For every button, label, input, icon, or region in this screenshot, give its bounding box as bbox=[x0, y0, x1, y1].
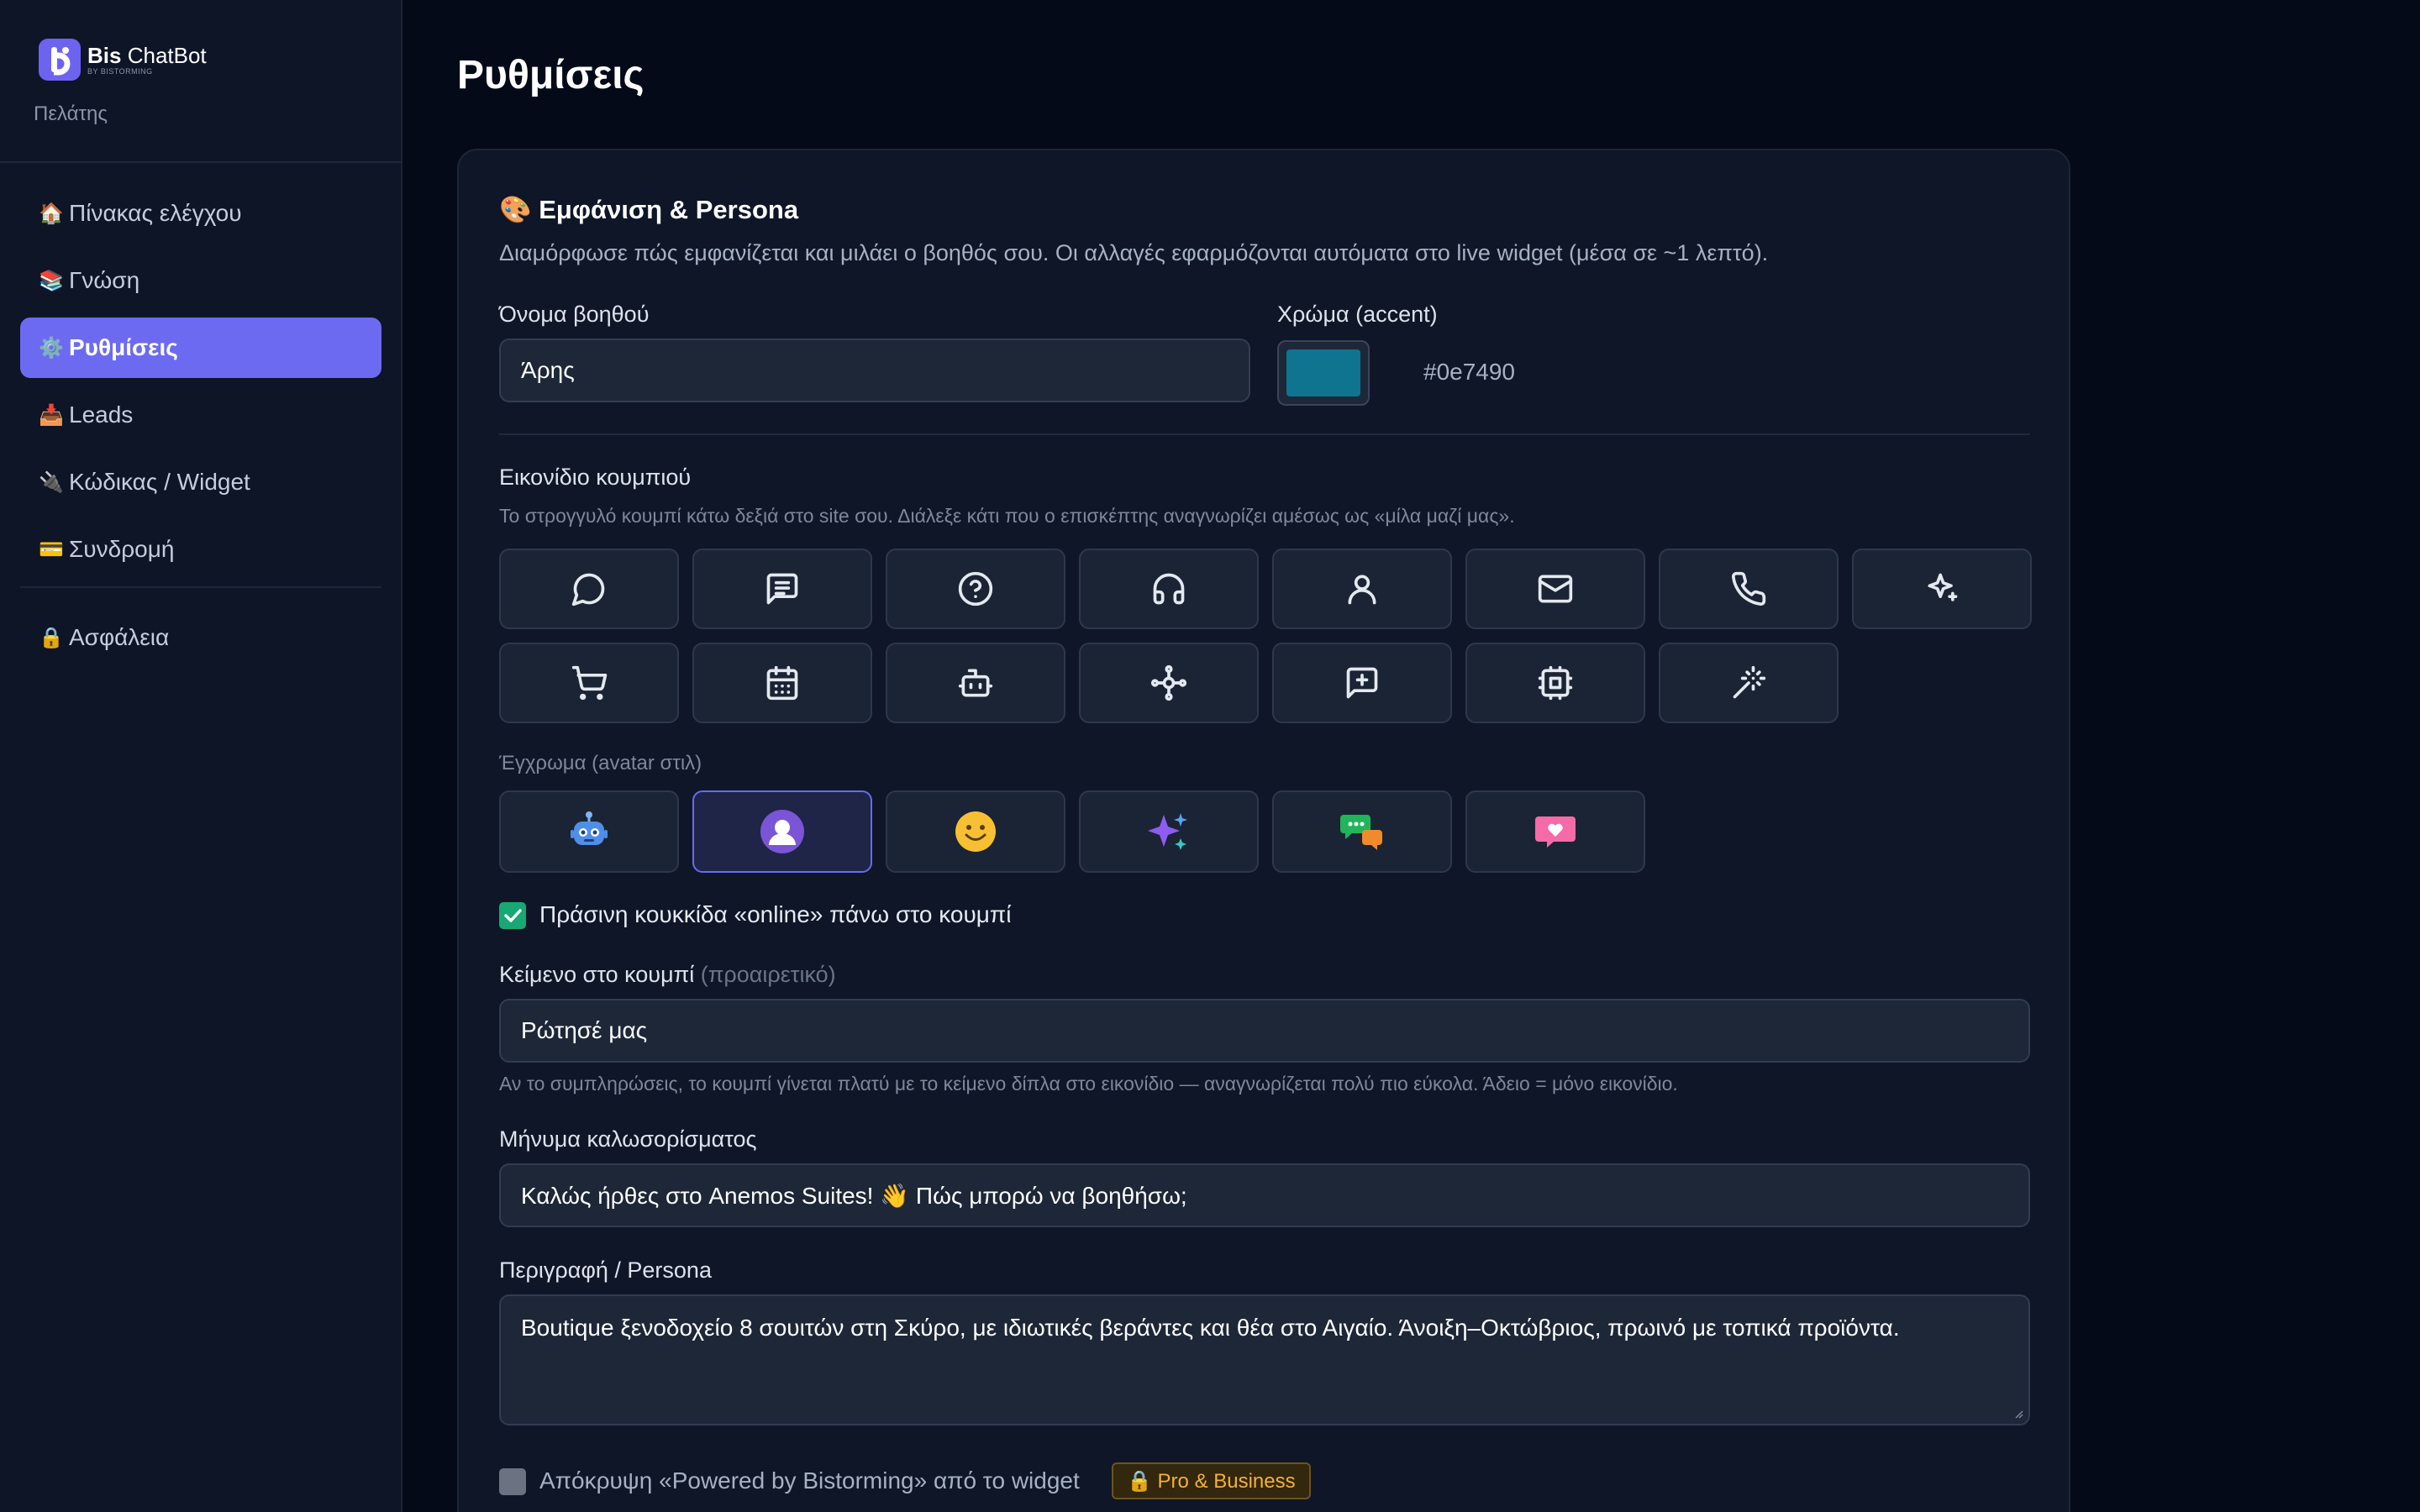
sidebar-item-label: Ρυθμίσεις bbox=[69, 334, 178, 360]
button-text-input[interactable]: Ρώτησέ μας bbox=[499, 999, 2030, 1063]
hide-powered-by-label: Απόκρυψη «Powered by Bistorming» από το … bbox=[539, 1467, 1080, 1494]
sidebar-divider bbox=[0, 161, 402, 163]
brand-logo[interactable]: Bis ChatBot BY BISTORMING bbox=[39, 39, 207, 81]
accent-color-picker[interactable] bbox=[1277, 340, 1370, 406]
sidebar-divider bbox=[20, 586, 381, 588]
sidebar-item-subscription[interactable]: 💳 Συνδρομή bbox=[20, 519, 381, 580]
sidebar-item-dashboard[interactable]: 🏠 Πίνακας ελέγχου bbox=[20, 183, 381, 244]
section-divider bbox=[499, 433, 2030, 435]
sidebar-item-label: Γνώση bbox=[69, 267, 140, 293]
persona-textarea[interactable]: Boutique ξενοδοχείο 8 σουιτών στη Σκύρο,… bbox=[499, 1294, 2030, 1425]
button-icon-label: Εικονίδιο κουμπιού bbox=[499, 465, 692, 490]
button-text-hint: Αν το συμπληρώσεις, το κουμπί γίνεται πλ… bbox=[499, 1073, 1678, 1095]
brand-tagline: BY BISTORMING bbox=[87, 66, 153, 76]
sidebar-item-label: Συνδρομή bbox=[69, 536, 175, 562]
palette-icon: 🎨 bbox=[499, 195, 532, 224]
account-role: Πελάτης bbox=[34, 102, 108, 125]
hide-powered-by-checkbox[interactable] bbox=[499, 1468, 526, 1495]
plug-icon: 🔌 bbox=[39, 470, 64, 494]
accent-color-swatch bbox=[1286, 349, 1360, 396]
person-avatar-icon[interactable] bbox=[692, 790, 872, 873]
pro-business-badge: 🔒 Pro & Business bbox=[1112, 1462, 1311, 1499]
sidebar-item-label: Leads bbox=[69, 402, 134, 428]
message-circle-icon[interactable] bbox=[499, 549, 679, 629]
shopping-cart-icon[interactable] bbox=[499, 643, 679, 723]
bis-logo-icon bbox=[39, 39, 81, 81]
sparkles-icon[interactable] bbox=[1852, 549, 2032, 629]
headphones-icon[interactable] bbox=[1079, 549, 1259, 629]
sidebar-item-label: Πίνακας ελέγχου bbox=[69, 200, 242, 226]
sidebar-item-label: Ασφάλεια bbox=[69, 624, 170, 650]
magic-wand-icon[interactable] bbox=[1659, 643, 1839, 723]
colored-icons-label: Έγχρωμα (avatar στιλ) bbox=[499, 752, 702, 774]
button-icon-hint: Το στρογγυλό κουμπί κάτω δεξιά στο site … bbox=[499, 505, 1515, 527]
persona-label: Περιγραφή / Persona bbox=[499, 1257, 712, 1283]
message-square-text-icon[interactable] bbox=[692, 549, 872, 629]
sidebar-item-knowledge[interactable]: 📚 Γνώση bbox=[20, 250, 381, 311]
credit-card-icon: 💳 bbox=[39, 538, 64, 561]
welcome-message-input[interactable]: Καλώς ήρθες στο Anemos Suites! 👋 Πώς μπο… bbox=[499, 1163, 2030, 1227]
calendar-icon[interactable] bbox=[692, 643, 872, 723]
smiley-avatar-icon[interactable] bbox=[886, 790, 1065, 873]
books-icon: 📚 bbox=[39, 269, 64, 292]
sidebar-nav-secondary: 🔒 Ασφάλεια bbox=[20, 607, 381, 668]
cpu-icon[interactable] bbox=[1465, 643, 1645, 723]
optional-tag: (προαιρετικό) bbox=[700, 962, 836, 987]
sidebar: Bis ChatBot BY BISTORMING Πελάτης 🏠 Πίνα… bbox=[0, 0, 402, 1512]
lock-icon: 🔒 bbox=[39, 626, 64, 649]
online-dot-label: Πράσινη κουκκίδα «online» πάνω στο κουμπ… bbox=[539, 901, 1012, 927]
welcome-message-label: Μήνυμα καλωσορίσματος bbox=[499, 1126, 757, 1152]
check-icon bbox=[504, 909, 522, 922]
robot-avatar-icon[interactable] bbox=[499, 790, 679, 873]
assistant-name-input[interactable]: Άρης bbox=[499, 339, 1250, 402]
inbox-icon: 📥 bbox=[39, 403, 64, 427]
sidebar-item-settings[interactable]: ⚙️ Ρυθμίσεις bbox=[20, 318, 381, 378]
resize-grip-icon[interactable] bbox=[2013, 1409, 2023, 1419]
phone-icon[interactable] bbox=[1659, 549, 1839, 629]
sidebar-item-code-widget[interactable]: 🔌 Κώδικας / Widget bbox=[20, 452, 381, 512]
persona-text: Boutique ξενοδοχείο 8 σουιτών στη Σκύρο,… bbox=[521, 1315, 1900, 1341]
page-title: Ρυθμίσεις bbox=[457, 53, 644, 97]
sparkles-avatar-icon[interactable] bbox=[1079, 790, 1259, 873]
user-icon[interactable] bbox=[1272, 549, 1452, 629]
chat-bubbles-avatar-icon[interactable] bbox=[1272, 790, 1452, 873]
heart-message-avatar-icon[interactable] bbox=[1465, 790, 1645, 873]
message-plus-icon[interactable] bbox=[1272, 643, 1452, 723]
gear-icon: ⚙️ bbox=[39, 336, 64, 360]
bot-icon[interactable] bbox=[886, 643, 1065, 723]
sidebar-item-label: Κώδικας / Widget bbox=[69, 469, 250, 495]
accent-color-label: Χρώμα (accent) bbox=[1277, 302, 1438, 327]
assistant-name-label: Όνομα βοηθού bbox=[499, 302, 650, 327]
sidebar-nav: 🏠 Πίνακας ελέγχου 📚 Γνώση ⚙️ Ρυθμίσεις 📥… bbox=[20, 183, 381, 580]
help-circle-icon[interactable] bbox=[886, 549, 1065, 629]
sidebar-item-leads[interactable]: 📥 Leads bbox=[20, 385, 381, 445]
section-title: 🎨 Εμφάνιση & Persona bbox=[499, 195, 799, 224]
network-icon[interactable] bbox=[1079, 643, 1259, 723]
section-description: Διαμόρφωσε πώς εμφανίζεται και μιλάει ο … bbox=[499, 240, 1769, 265]
sidebar-item-security[interactable]: 🔒 Ασφάλεια bbox=[20, 607, 381, 668]
home-icon: 🏠 bbox=[39, 202, 64, 225]
accent-color-hex: #0e7490 bbox=[1423, 359, 1516, 385]
button-text-label: Κείμενο στο κουμπί (προαιρετικό) bbox=[499, 962, 836, 987]
appearance-card: 🎨 Εμφάνιση & Persona Διαμόρφωσε πώς εμφα… bbox=[457, 149, 2070, 1512]
online-dot-checkbox[interactable] bbox=[499, 902, 526, 929]
mail-icon[interactable] bbox=[1465, 549, 1645, 629]
brand-name: Bis ChatBot bbox=[87, 42, 207, 68]
